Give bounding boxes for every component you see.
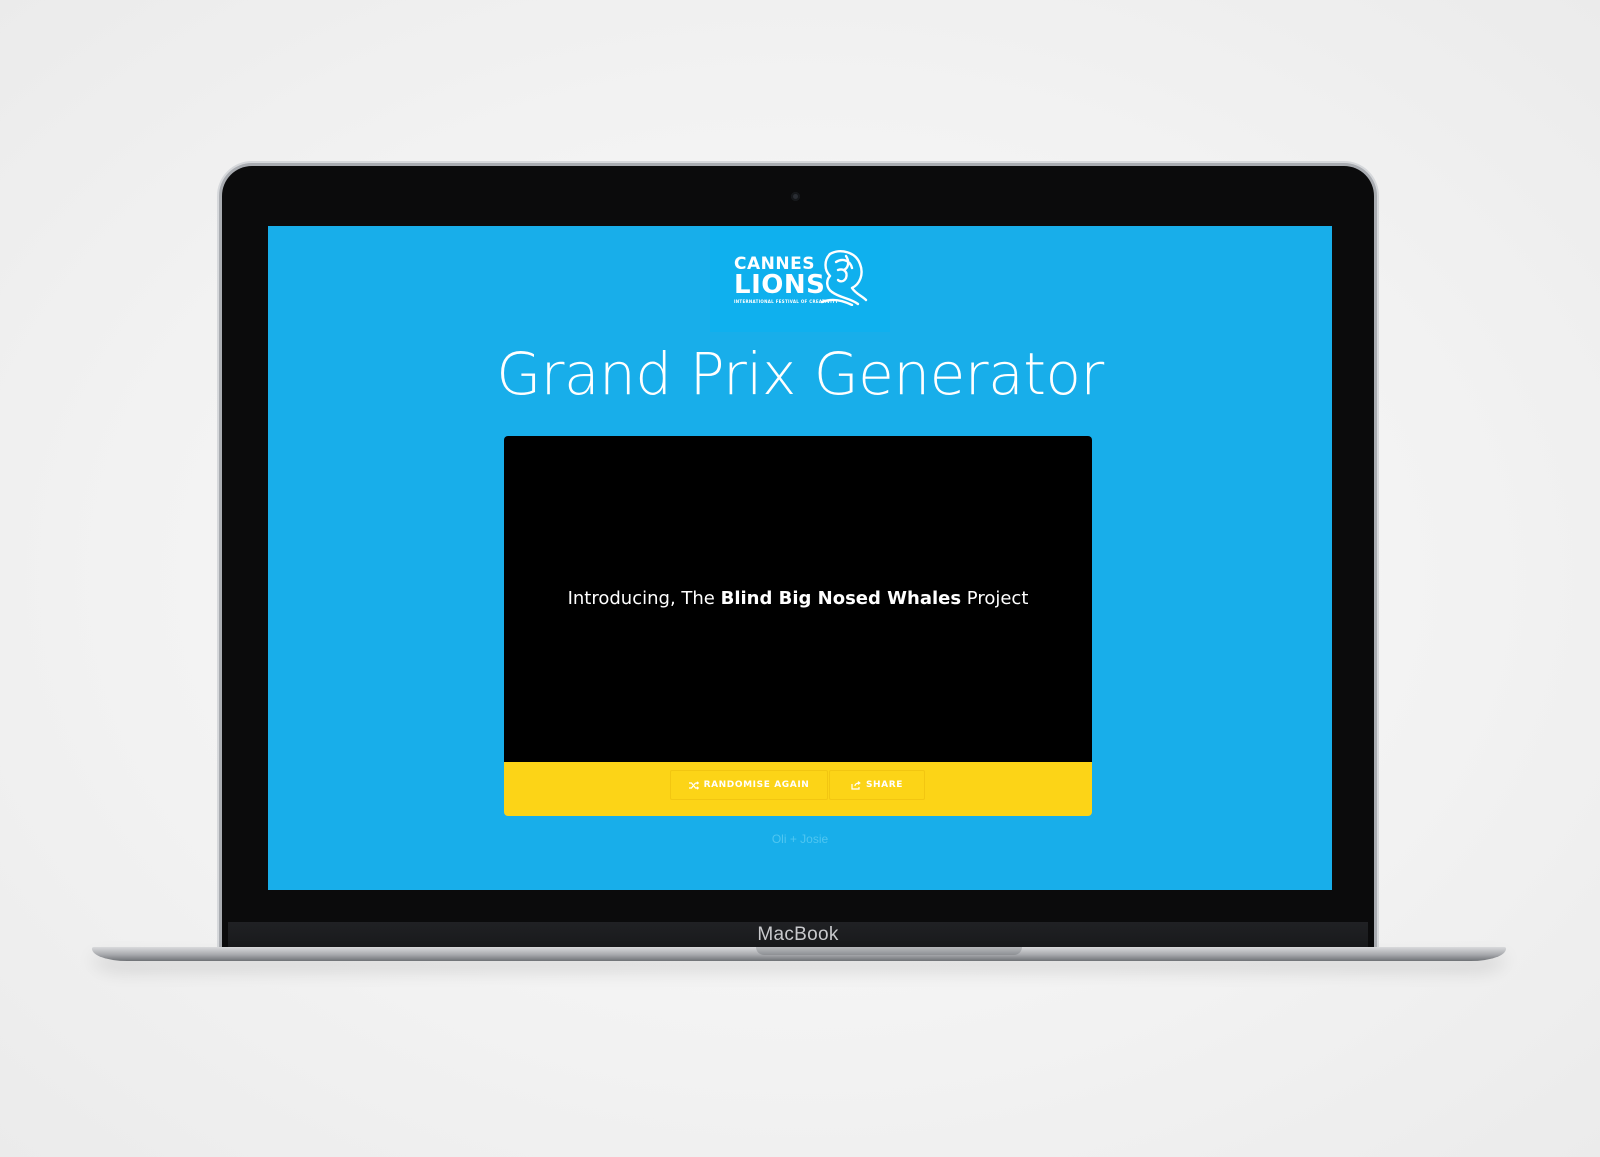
page-title: Grand Prix Generator xyxy=(496,340,1104,408)
result-panel: Introducing, The Blind Big Nosed Whales … xyxy=(504,436,1092,762)
share-icon xyxy=(851,780,861,790)
camera-icon xyxy=(791,192,800,201)
shuffle-icon xyxy=(688,780,699,790)
laptop-opening-notch xyxy=(756,947,1022,955)
laptop-base xyxy=(92,947,1506,961)
project-name: Blind Big Nosed Whales xyxy=(720,588,962,609)
laptop-lid: CANNES LIONS INTERNATIONAL FESTIVAL OF C… xyxy=(222,166,1374,956)
credit-link[interactable]: Oli + Josie xyxy=(268,832,1332,846)
action-bar: RANDOMISE AGAIN SHARE xyxy=(504,762,1092,816)
randomise-label: RANDOMISE AGAIN xyxy=(703,780,810,790)
macbook-label: MacBook xyxy=(757,924,839,945)
cannes-lions-logo[interactable]: CANNES LIONS INTERNATIONAL FESTIVAL OF C… xyxy=(710,226,890,332)
share-button[interactable]: SHARE xyxy=(829,770,925,800)
share-label: SHARE xyxy=(865,780,904,790)
generator-card: Introducing, The Blind Big Nosed Whales … xyxy=(504,436,1092,816)
result-text: Introducing, The Blind Big Nosed Whales … xyxy=(504,588,1092,609)
lion-icon xyxy=(820,250,868,306)
intro-prefix: Introducing, The xyxy=(567,588,721,609)
randomise-again-button[interactable]: RANDOMISE AGAIN xyxy=(670,770,828,800)
intro-suffix: Project xyxy=(961,588,1029,609)
app-screen: CANNES LIONS INTERNATIONAL FESTIVAL OF C… xyxy=(268,226,1332,890)
mockup-scene: CANNES LIONS INTERNATIONAL FESTIVAL OF C… xyxy=(0,0,1600,1157)
